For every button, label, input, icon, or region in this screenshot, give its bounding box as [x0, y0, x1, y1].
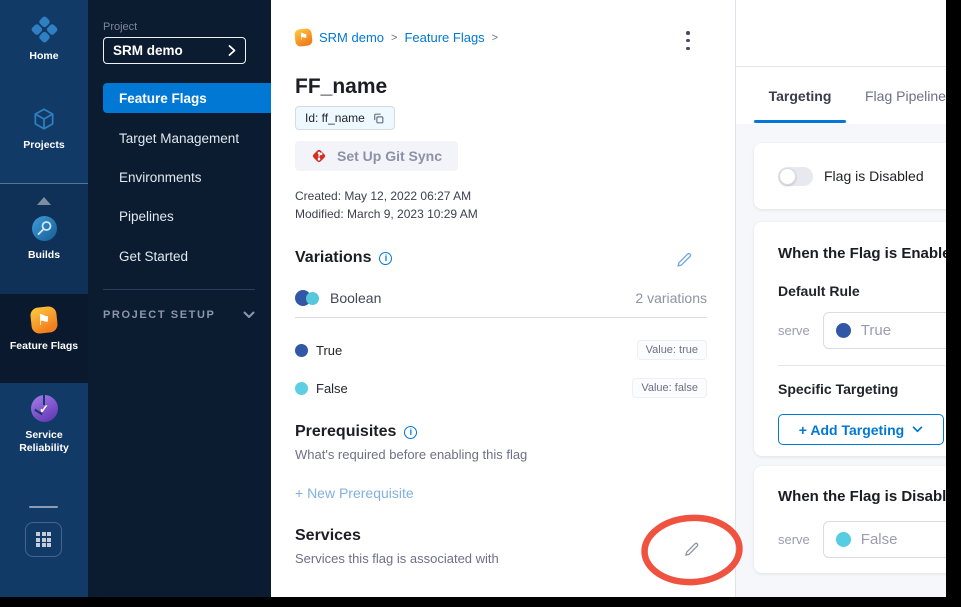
value-chip: Value: false: [632, 378, 707, 398]
rail-item-feature-flags[interactable]: ⚑ Feature Flags: [0, 307, 88, 353]
flag-id-chip: Id: ff_name: [295, 106, 395, 130]
false-variation-dot: [836, 532, 851, 547]
enabled-card-heading: When the Flag is Enabled: [778, 245, 946, 262]
sidebar-item-pipelines[interactable]: Pipelines: [88, 201, 271, 231]
sidebar-item-target-management[interactable]: Target Management: [88, 123, 271, 153]
false-variation-dot: [295, 382, 308, 395]
flag-state-card: Flag is Disabled: [754, 143, 946, 209]
serve-row-disabled: serve False: [778, 521, 946, 558]
prerequisites-heading: Prerequisites: [295, 423, 396, 441]
git-icon: [311, 148, 327, 164]
variation-row-true: True Value: true: [295, 339, 707, 361]
builds-icon: [31, 215, 58, 242]
modified-timestamp: Modified: March 9, 2023 10:29 AM: [295, 207, 478, 221]
rail-item-service-reliability[interactable]: ✓ Service Reliability: [0, 395, 88, 454]
feature-flags-icon: ⚑: [30, 306, 59, 335]
project-selector[interactable]: SRM demo: [103, 37, 246, 64]
app-content: Home Projects: [0, 0, 946, 597]
boolean-icon: [295, 290, 321, 306]
serve-row-enabled: serve True: [778, 312, 946, 349]
edit-variations-button[interactable]: [672, 248, 696, 272]
services-heading-row: Services: [295, 527, 361, 545]
variations-heading-row: Variations: [295, 249, 392, 267]
project-label: Project: [103, 21, 137, 33]
add-targeting-button[interactable]: + Add Targeting: [778, 414, 944, 445]
tab-targeting[interactable]: Targeting: [754, 67, 846, 124]
true-variation-dot: [295, 344, 308, 357]
copy-icon[interactable]: [372, 112, 385, 125]
variation-count: 2 variations: [635, 290, 707, 306]
sidebar-divider: [103, 289, 255, 290]
breadcrumb-section-link[interactable]: Feature Flags: [404, 30, 484, 45]
collapse-up-icon[interactable]: [37, 197, 51, 205]
card-divider: [778, 365, 945, 366]
project-selector-value: SRM demo: [113, 43, 228, 58]
specific-targeting-label: Specific Targeting: [778, 381, 946, 397]
tab-flag-pipeline[interactable]: Flag Pipeline: [865, 88, 946, 104]
variation-row-false: False Value: false: [295, 377, 707, 399]
variation-type-row: Boolean 2 variations: [295, 290, 707, 306]
pencil-icon: [674, 250, 694, 270]
projects-cube-icon: [31, 105, 58, 132]
prerequisites-heading-row: Prerequisites: [295, 423, 417, 441]
toggle-knob: [779, 168, 796, 185]
variations-heading: Variations: [295, 249, 371, 267]
breadcrumb: ⚑ SRM demo > Feature Flags >: [295, 29, 498, 46]
chevron-right-icon: [228, 44, 236, 57]
project-sidebar: Project SRM demo Feature Flags Target Ma…: [88, 0, 271, 597]
app-root: Home Projects: [0, 0, 961, 607]
breadcrumb-separator-icon: >: [492, 32, 498, 44]
edit-services-button[interactable]: [680, 538, 702, 560]
breadcrumb-separator-icon: >: [391, 32, 397, 44]
chevron-down-icon: [243, 311, 255, 319]
module-rail: Home Projects: [0, 0, 88, 597]
default-rule-label: Default Rule: [778, 283, 946, 299]
sidebar-item-feature-flags[interactable]: Feature Flags: [103, 83, 271, 113]
service-reliability-icon: ✓: [31, 395, 58, 422]
info-icon[interactable]: [404, 426, 417, 439]
breadcrumb-project-link[interactable]: SRM demo: [319, 30, 384, 45]
more-options-button[interactable]: [681, 31, 695, 50]
created-timestamp: Created: May 12, 2022 06:27 AM: [295, 189, 471, 203]
true-variation-dot: [836, 323, 851, 338]
disabled-card-heading: When the Flag is Disabled: [778, 488, 946, 505]
flag-id-value: Id: ff_name: [305, 111, 365, 125]
flag-enabled-toggle[interactable]: [778, 167, 813, 186]
serve-false-select[interactable]: False: [823, 521, 946, 558]
rail-item-projects[interactable]: Projects: [0, 105, 88, 152]
page-title: FF_name: [295, 75, 387, 99]
project-setup-toggle[interactable]: PROJECT SETUP: [103, 309, 255, 321]
flag-enabled-card: When the Flag is Enabled Default Rule se…: [754, 222, 946, 456]
rail-item-builds[interactable]: Builds: [0, 215, 88, 262]
sidebar-item-get-started[interactable]: Get Started: [88, 241, 271, 271]
serve-true-select[interactable]: True: [823, 312, 946, 349]
flag-disabled-card: When the Flag is Disabled serve False: [754, 466, 946, 573]
chevron-down-icon: [912, 426, 923, 433]
rail-item-home[interactable]: Home: [0, 16, 88, 63]
flag-state-label: Flag is Disabled: [824, 168, 924, 184]
grid-icon: [36, 532, 51, 547]
services-heading: Services: [295, 527, 361, 545]
services-description: Services this flag is associated with: [295, 551, 499, 566]
set-up-git-sync-button[interactable]: Set Up Git Sync: [295, 141, 458, 171]
new-prerequisite-link[interactable]: + New Prerequisite: [295, 485, 414, 501]
feature-flags-breadcrumb-icon: ⚑: [294, 28, 313, 47]
panel-header-area: [736, 0, 946, 67]
pencil-icon: [682, 540, 701, 559]
panel-tabs: Targeting Flag Pipeline: [736, 67, 946, 124]
info-icon[interactable]: [379, 252, 392, 265]
rail-divider: [0, 183, 88, 184]
rail-bottom-divider: [29, 506, 58, 508]
apps-grid-button[interactable]: [25, 522, 62, 557]
value-chip: Value: true: [637, 340, 707, 360]
variation-type-label: Boolean: [330, 290, 635, 306]
variations-divider: [295, 317, 707, 318]
targeting-panel: Targeting Flag Pipeline Flag is Disabled…: [735, 0, 946, 597]
home-icon: [31, 16, 58, 43]
sidebar-item-environments[interactable]: Environments: [88, 162, 271, 192]
flag-detail-main: ⚑ SRM demo > Feature Flags > FF_name Id:…: [271, 0, 735, 597]
prerequisites-description: What's required before enabling this fla…: [295, 447, 527, 462]
